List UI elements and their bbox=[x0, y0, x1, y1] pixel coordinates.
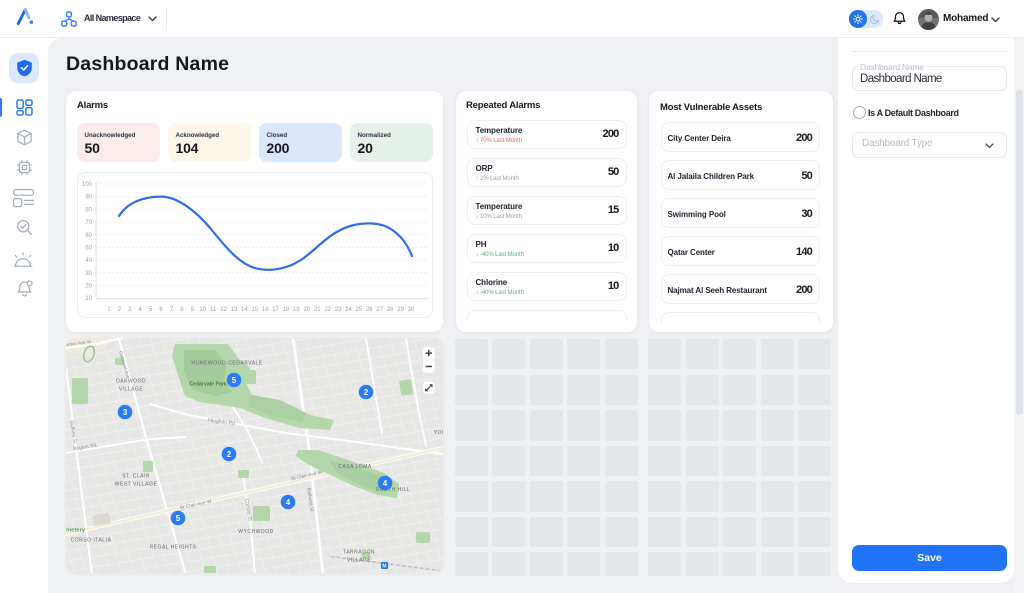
svg-text:TARRAGON: TARRAGON bbox=[343, 550, 375, 556]
svg-text:25: 25 bbox=[356, 307, 363, 313]
svg-text:2: 2 bbox=[364, 388, 369, 397]
svg-text:Cedarvale Park: Cedarvale Park bbox=[189, 382, 227, 388]
svg-text:21: 21 bbox=[314, 307, 321, 313]
svg-text:26: 26 bbox=[366, 307, 373, 313]
svg-text:4: 4 bbox=[286, 498, 291, 507]
svg-text:REGAL HEIGHTS.: REGAL HEIGHTS. bbox=[150, 545, 199, 551]
svg-text:20: 20 bbox=[85, 284, 92, 290]
svg-text:70: 70 bbox=[85, 220, 92, 226]
svg-text:15: 15 bbox=[251, 307, 258, 313]
svg-text:23: 23 bbox=[335, 307, 342, 313]
svg-text:22: 22 bbox=[324, 307, 331, 313]
svg-text:VILLAGE: VILLAGE bbox=[119, 387, 144, 393]
svg-text:2: 2 bbox=[227, 450, 232, 459]
svg-text:VILLAGE: VILLAGE bbox=[347, 558, 372, 564]
svg-text:30: 30 bbox=[85, 271, 92, 277]
svg-text:30: 30 bbox=[408, 307, 415, 313]
svg-text:HUMEWOOD-CEDARVALE: HUMEWOOD-CEDARVALE bbox=[191, 361, 262, 367]
svg-text:3: 3 bbox=[128, 307, 132, 313]
svg-text:10: 10 bbox=[199, 307, 206, 313]
svg-text:1: 1 bbox=[107, 307, 111, 313]
svg-text:CASA LOMA: CASA LOMA bbox=[338, 464, 372, 470]
svg-text:WYCHWOOD: WYCHWOOD bbox=[238, 529, 273, 535]
svg-text:17: 17 bbox=[272, 307, 279, 313]
svg-text:OAKWOOD: OAKWOOD bbox=[116, 379, 146, 385]
svg-text:16: 16 bbox=[262, 307, 269, 313]
svg-text:27: 27 bbox=[376, 307, 383, 313]
svg-text:19: 19 bbox=[293, 307, 300, 313]
svg-text:12: 12 bbox=[220, 307, 227, 313]
svg-text:10: 10 bbox=[85, 296, 92, 302]
svg-text:4: 4 bbox=[139, 307, 143, 313]
svg-text:6: 6 bbox=[159, 307, 163, 313]
svg-text:100: 100 bbox=[82, 182, 93, 188]
svg-text:7: 7 bbox=[170, 307, 174, 313]
svg-text:8: 8 bbox=[180, 307, 184, 313]
svg-text:5: 5 bbox=[232, 376, 237, 385]
svg-text:14: 14 bbox=[241, 307, 248, 313]
svg-text:24: 24 bbox=[345, 307, 352, 313]
svg-text:40: 40 bbox=[85, 258, 92, 264]
svg-text:M: M bbox=[382, 564, 386, 570]
svg-text:20: 20 bbox=[304, 307, 311, 313]
svg-text:3: 3 bbox=[123, 408, 128, 417]
svg-text:50: 50 bbox=[85, 245, 92, 251]
svg-text:4: 4 bbox=[383, 479, 388, 488]
svg-text:emetery: emetery bbox=[66, 528, 86, 534]
svg-text:11: 11 bbox=[210, 307, 217, 313]
svg-text:29: 29 bbox=[397, 307, 404, 313]
svg-text:80: 80 bbox=[85, 207, 92, 213]
svg-text:90: 90 bbox=[85, 195, 92, 201]
svg-text:5: 5 bbox=[149, 307, 153, 313]
svg-text:60: 60 bbox=[85, 233, 92, 239]
svg-text:ST. CLAIR: ST. CLAIR bbox=[122, 474, 150, 480]
svg-text:28: 28 bbox=[387, 307, 394, 313]
svg-text:5: 5 bbox=[176, 514, 181, 523]
svg-text:13: 13 bbox=[231, 307, 238, 313]
svg-text:YON: YON bbox=[434, 430, 443, 436]
svg-text:2: 2 bbox=[118, 307, 122, 313]
svg-text:18: 18 bbox=[283, 307, 290, 313]
svg-text:9: 9 bbox=[191, 307, 195, 313]
svg-text:WEST VILLAGE: WEST VILLAGE bbox=[115, 482, 158, 488]
svg-text:CORSO ITALIA: CORSO ITALIA bbox=[71, 538, 112, 544]
